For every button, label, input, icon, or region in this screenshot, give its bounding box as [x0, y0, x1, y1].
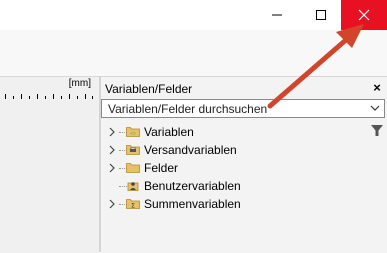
user-variables-icon: [127, 182, 139, 191]
folder-icon: [126, 163, 140, 173]
search-input[interactable]: Variablen/Felder durchsuchen: [108, 102, 267, 116]
tree-item-summenvariablen[interactable]: Σ Summenvariablen: [101, 195, 371, 213]
svg-text:Σ: Σ: [131, 202, 135, 209]
minimize-icon: [272, 14, 282, 16]
variables-fields-panel: Variablen/Felder × Variablen/Felder durc…: [101, 76, 387, 253]
filter-icon[interactable]: [371, 125, 383, 137]
panel-close-button[interactable]: ×: [370, 80, 384, 95]
close-icon: [358, 9, 370, 21]
tree-item-benutzervariablen[interactable]: Benutzervariablen: [101, 177, 371, 195]
close-button[interactable]: [341, 0, 387, 30]
chevron-right-icon[interactable]: [108, 127, 116, 137]
tree-item-label: Variablen: [144, 125, 194, 139]
chevron-down-icon[interactable]: [369, 102, 381, 114]
tree-item-label: Versandvariablen: [144, 143, 237, 157]
maximize-button[interactable]: [300, 0, 341, 30]
search-combobox[interactable]: Variablen/Felder durchsuchen: [101, 99, 385, 118]
variables-tree: <> Variablen Versandvariablen Felder Ben…: [101, 123, 371, 213]
svg-text:<>: <>: [130, 131, 136, 137]
chevron-right-icon[interactable]: [108, 199, 116, 209]
panel-title: Variablen/Felder: [105, 82, 193, 96]
tree-item-versandvariablen[interactable]: Versandvariablen: [101, 141, 371, 159]
tree-item-label: Summenvariablen: [144, 197, 241, 211]
maximize-icon: [315, 10, 326, 20]
minimize-button[interactable]: [254, 0, 300, 30]
chevron-right-icon[interactable]: [108, 163, 116, 173]
tree-item-label: Felder: [144, 161, 179, 175]
chevron-right-icon[interactable]: [108, 145, 116, 155]
ruler: [mm]: [0, 78, 99, 100]
variables-folder-icon: <>: [126, 127, 140, 137]
ruler-unit-label: [mm]: [68, 78, 91, 89]
design-canvas[interactable]: [0, 76, 99, 253]
sum-folder-icon: Σ: [126, 199, 140, 209]
tree-item-label: Benutzervariablen: [144, 179, 241, 193]
toolbar-band: [0, 30, 387, 76]
tree-item-variablen[interactable]: <> Variablen: [101, 123, 371, 141]
title-bar: [0, 0, 387, 30]
tree-item-felder[interactable]: Felder: [101, 159, 371, 177]
printer-folder-icon: [126, 145, 140, 155]
